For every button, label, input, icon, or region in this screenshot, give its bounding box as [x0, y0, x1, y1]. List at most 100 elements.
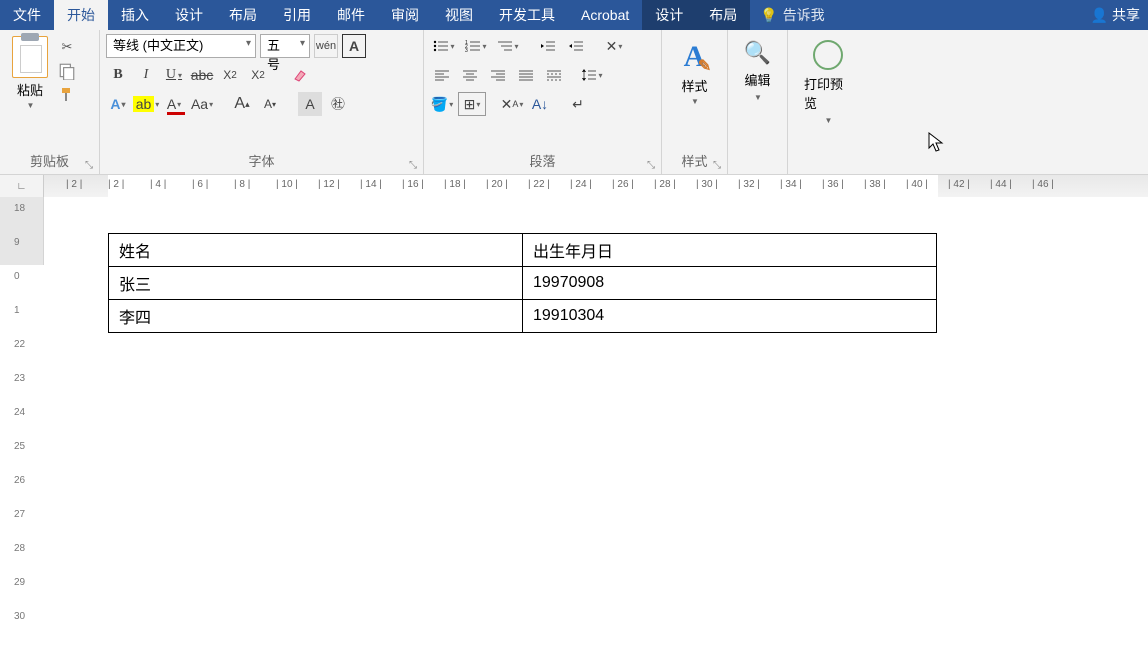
format-painter-button[interactable] [58, 86, 76, 104]
font-size-select[interactable]: 五号 [260, 34, 310, 58]
ruler-vertical[interactable]: 18901222324252627282930 [0, 197, 44, 640]
launcher-icon[interactable]: ⤡ [713, 160, 721, 171]
menu-insert[interactable]: 插入 [108, 0, 162, 30]
asian-layout-button[interactable]: ✕▾ [602, 34, 626, 58]
ruler-corner: ∟ [0, 175, 44, 197]
group-styles: A✎ 样式 ▼ 样式 ⤡ [662, 30, 728, 174]
copy-button[interactable] [58, 62, 76, 80]
ruler-tick: | 10 | [276, 179, 298, 190]
italic-button[interactable]: I [134, 63, 158, 87]
launcher-icon[interactable]: ⤡ [409, 160, 417, 171]
menu-devtools[interactable]: 开发工具 [486, 0, 568, 30]
ruler-tick: | 12 | [318, 179, 340, 190]
char-border-button[interactable]: A [342, 34, 366, 58]
ruler-tick: | 44 | [990, 179, 1012, 190]
menu-design[interactable]: 设计 [162, 0, 216, 30]
menu-review[interactable]: 审阅 [378, 0, 432, 30]
menu-layout[interactable]: 布局 [216, 0, 270, 30]
strikethrough-button[interactable]: abc [190, 63, 214, 87]
increase-indent-button[interactable] [564, 34, 588, 58]
share-button[interactable]: 👤 共享 [1083, 0, 1148, 30]
text-effects-button[interactable]: A▾ [106, 92, 130, 116]
sort-button[interactable]: A↓ [528, 92, 552, 116]
line-spacing-button[interactable]: ▾ [580, 63, 604, 87]
ruler-tick: 18 [14, 203, 25, 214]
table-row[interactable]: 张三 19970908 [109, 267, 937, 300]
menu-table-layout[interactable]: 布局 [696, 0, 750, 30]
borders-button[interactable]: ⊞▾ [458, 92, 486, 116]
styles-button[interactable]: A✎ 样式 ▼ [668, 34, 721, 112]
ruler-horizontal[interactable]: ∟ | 2 || 2 || 4 || 6 || 8 || 10 || 12 ||… [0, 175, 1148, 197]
font-color-button[interactable]: A▾ [162, 92, 186, 116]
enclose-char-button[interactable]: ㊓ [326, 92, 350, 116]
subscript-button[interactable]: X2 [218, 63, 242, 87]
bold-button[interactable]: B [106, 63, 130, 87]
clear-format-button[interactable] [288, 63, 312, 87]
grow-font-button[interactable]: A▴ [230, 92, 254, 116]
launcher-icon[interactable]: ⤡ [85, 160, 93, 171]
ruler-tick: 0 [14, 271, 20, 282]
table-cell[interactable]: 姓名 [109, 234, 523, 267]
snap-grid-button[interactable]: ✕A▾ [500, 92, 524, 116]
menu-mailings[interactable]: 邮件 [324, 0, 378, 30]
menu-home[interactable]: 开始 [54, 0, 108, 30]
change-case-button[interactable]: Aa▾ [190, 92, 214, 116]
ruler-tick: | 14 | [360, 179, 382, 190]
paste-icon [12, 36, 48, 78]
svg-text:3: 3 [465, 48, 468, 54]
align-left-button[interactable] [430, 63, 454, 87]
phonetic-guide-button[interactable]: wén [314, 34, 338, 58]
decrease-indent-button[interactable] [536, 34, 560, 58]
edit-label: 编辑 [744, 70, 770, 89]
share-icon: 👤 [1091, 7, 1108, 24]
ruler-tick: 23 [14, 373, 25, 384]
show-marks-button[interactable]: ↵ [566, 92, 590, 116]
ruler-tick: | 38 | [864, 179, 886, 190]
align-distribute-button[interactable] [542, 63, 566, 87]
preview-icon [813, 40, 843, 70]
table-cell[interactable]: 张三 [109, 267, 523, 300]
lightbulb-icon: 💡 [760, 7, 777, 24]
table-row[interactable]: 姓名 出生年月日 [109, 234, 937, 267]
menu-file[interactable]: 文件 [0, 0, 54, 30]
find-button[interactable]: 🔍 编辑 ▼ [734, 34, 781, 108]
print-preview-button[interactable]: 打印预览 ▼ [794, 34, 862, 131]
table-row[interactable]: 李四 19910304 [109, 300, 937, 333]
char-shading-button[interactable]: A [298, 92, 322, 116]
paste-button[interactable]: 粘贴 ▼ [6, 34, 54, 112]
multilevel-button[interactable]: ▾ [494, 34, 522, 58]
ruler-tick: | 24 | [570, 179, 592, 190]
ruler-tick: 9 [14, 237, 20, 248]
menu-table-design[interactable]: 设计 [642, 0, 696, 30]
align-right-button[interactable] [486, 63, 510, 87]
tell-me[interactable]: 💡 告诉我 [750, 0, 834, 30]
table-cell[interactable]: 出生年月日 [523, 234, 937, 267]
group-clipboard-label: 剪贴板 ⤡ [6, 149, 93, 172]
highlight-button[interactable]: ab▾ [134, 92, 158, 116]
cut-button[interactable]: ✂ [58, 38, 76, 56]
table-cell[interactable]: 李四 [109, 300, 523, 333]
table-cell[interactable]: 19910304 [523, 300, 937, 333]
launcher-icon[interactable]: ⤡ [647, 160, 655, 171]
table-cell[interactable]: 19970908 [523, 267, 937, 300]
ruler-tick: | 2 | [66, 179, 82, 190]
bullets-button[interactable]: ▾ [430, 34, 458, 58]
numbering-button[interactable]: 123▾ [462, 34, 490, 58]
menu-view[interactable]: 视图 [432, 0, 486, 30]
shrink-font-button[interactable]: A▾ [258, 92, 282, 116]
menu-references[interactable]: 引用 [270, 0, 324, 30]
align-justify-button[interactable] [514, 63, 538, 87]
group-edit: 🔍 编辑 ▼ [728, 30, 788, 174]
preview-label: 打印预览 [804, 74, 852, 112]
menu-acrobat[interactable]: Acrobat [568, 0, 642, 30]
mouse-cursor-icon [928, 132, 946, 159]
underline-button[interactable]: U▾ [162, 63, 186, 87]
page[interactable]: 姓名 出生年月日 张三 19970908 李四 19910304 [44, 197, 1148, 640]
align-center-button[interactable] [458, 63, 482, 87]
document-table[interactable]: 姓名 出生年月日 张三 19970908 李四 19910304 [108, 233, 937, 333]
shading-button[interactable]: 🪣▾ [430, 92, 454, 116]
font-name-select[interactable]: 等线 (中文正文) [106, 34, 256, 58]
group-paragraph: ▾ 123▾ ▾ ✕▾ ▾ 🪣▾ ⊞▾ [424, 30, 662, 174]
ruler-tick: | 16 | [402, 179, 424, 190]
search-icon: 🔍 [744, 40, 771, 66]
